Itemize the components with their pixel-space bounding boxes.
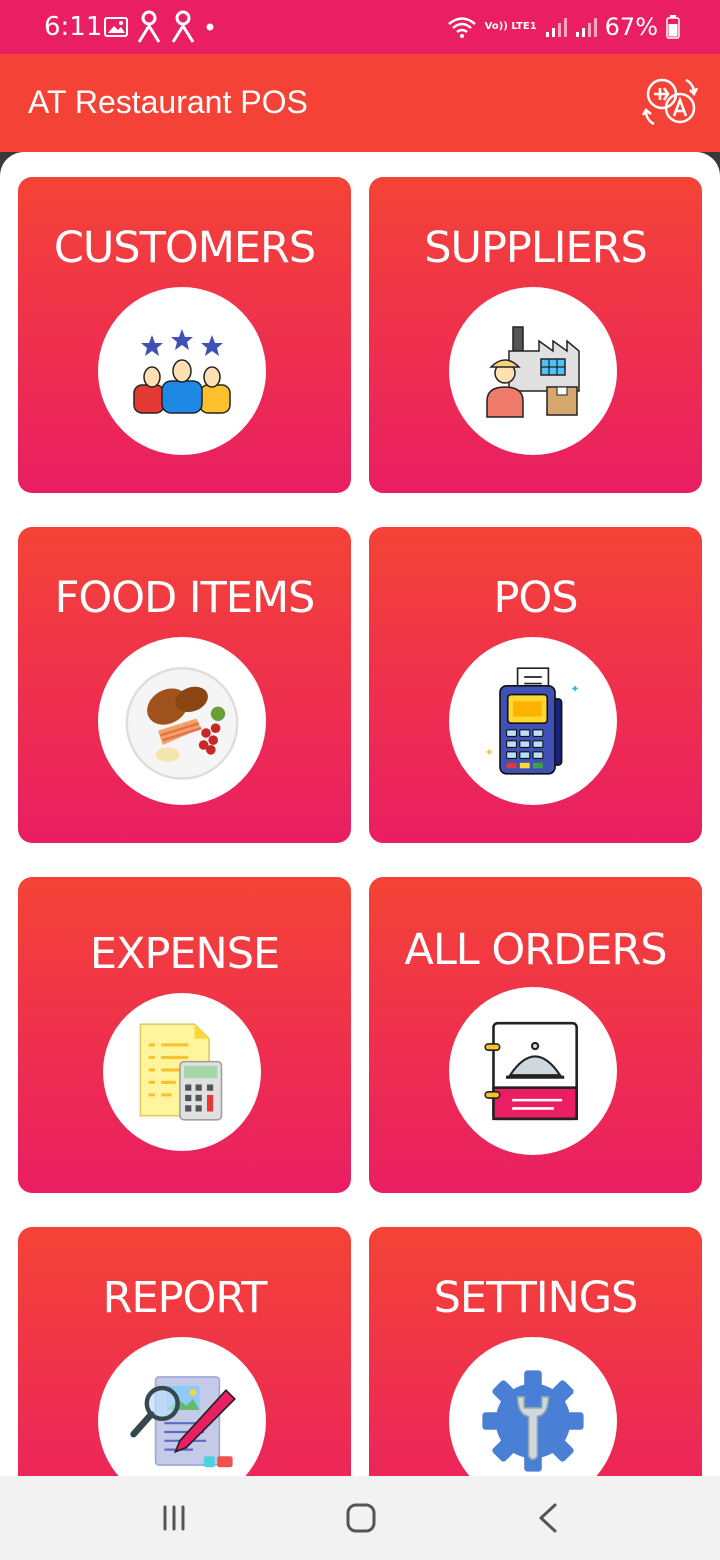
signal-icon-2 xyxy=(575,18,597,37)
signal-icon xyxy=(545,18,567,37)
back-button[interactable] xyxy=(518,1496,578,1540)
settings-label: SETTINGS xyxy=(433,1273,639,1323)
battery-icon xyxy=(666,15,680,39)
dashboard-grid: CUSTOMERS SUPPLIERS FOOD ITEMS POS ✦ ✦ E… xyxy=(0,152,720,1476)
network-type: Vo)) LTE1 xyxy=(484,21,537,32)
customers-icon xyxy=(133,329,231,414)
customers-label: CUSTOMERS xyxy=(53,223,316,273)
food-items-icon-circle xyxy=(98,637,266,805)
back-icon xyxy=(539,1503,557,1533)
report-icon-circle xyxy=(98,1337,266,1476)
home-icon xyxy=(346,1503,376,1533)
app-notification-icon-2 xyxy=(171,10,195,43)
customers-tile[interactable]: CUSTOMERS xyxy=(18,177,351,493)
app-title: AT Restaurant POS xyxy=(28,84,308,120)
suppliers-tile[interactable]: SUPPLIERS xyxy=(369,177,702,493)
status-time: 6:11 xyxy=(44,12,103,42)
suppliers-label: SUPPLIERS xyxy=(424,223,648,273)
suppliers-icon-circle xyxy=(449,287,617,455)
svg-text:✦: ✦ xyxy=(570,683,579,695)
more-notifications-dot-icon xyxy=(206,23,214,31)
recent-apps-button[interactable] xyxy=(144,1496,204,1540)
settings-icon-circle xyxy=(449,1337,617,1476)
report-tile[interactable]: REPORT xyxy=(18,1227,351,1476)
svg-text:✦: ✦ xyxy=(485,747,494,759)
all-orders-label: ALL ORDERS xyxy=(404,925,667,975)
app-notification-icon xyxy=(137,10,161,43)
pos-icon-circle: ✦ ✦ xyxy=(449,637,617,805)
settings-icon xyxy=(482,1370,584,1472)
navigation-bar xyxy=(0,1476,720,1560)
report-icon xyxy=(130,1376,236,1468)
food-items-label: FOOD ITEMS xyxy=(54,573,316,623)
expense-icon-circle xyxy=(103,993,261,1151)
pos-label: POS xyxy=(493,573,578,623)
gallery-icon xyxy=(104,17,128,37)
expense-label: EXPENSE xyxy=(89,929,280,979)
battery-percent: 67% xyxy=(604,13,658,41)
food-items-tile[interactable]: FOOD ITEMS xyxy=(18,527,351,843)
all-orders-tile[interactable]: ALL ORDERS xyxy=(369,877,702,1193)
expense-tile[interactable]: EXPENSE xyxy=(18,877,351,1193)
customers-icon-circle xyxy=(98,287,266,455)
all-orders-icon xyxy=(484,1021,578,1121)
wifi-icon xyxy=(447,17,476,38)
report-label: REPORT xyxy=(102,1273,268,1323)
suppliers-icon xyxy=(486,326,580,418)
food-items-icon xyxy=(125,667,239,780)
home-button[interactable] xyxy=(331,1496,391,1540)
translate-icon xyxy=(641,78,699,126)
expense-icon xyxy=(139,1023,223,1121)
app-bar: AT Restaurant POS xyxy=(0,54,720,152)
status-left-icons xyxy=(104,10,216,44)
all-orders-icon-circle xyxy=(449,987,617,1155)
pos-terminal-icon: ✦ ✦ xyxy=(485,667,580,775)
status-bar: 6:11 Vo)) LTE1 67% xyxy=(0,0,720,54)
settings-tile[interactable]: SETTINGS xyxy=(369,1227,702,1476)
translate-button[interactable] xyxy=(640,72,700,132)
recent-apps-icon xyxy=(163,1505,185,1531)
pos-tile[interactable]: POS ✦ ✦ xyxy=(369,527,702,843)
status-right: Vo)) LTE1 67% xyxy=(447,10,680,44)
